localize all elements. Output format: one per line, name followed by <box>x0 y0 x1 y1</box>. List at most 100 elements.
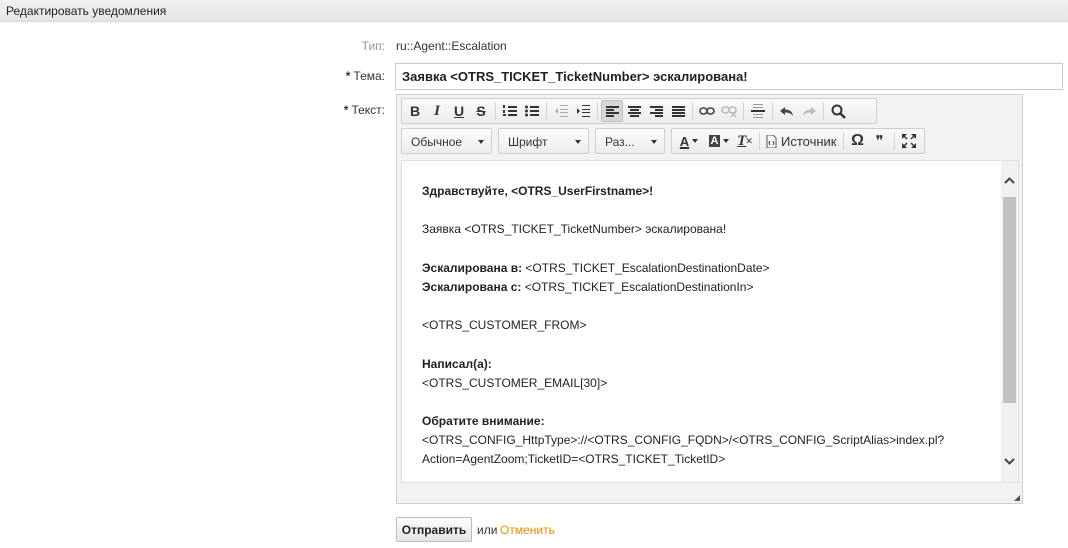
strikethrough-button[interactable]: S <box>470 100 492 122</box>
scrollbar-thumb[interactable] <box>1003 197 1016 403</box>
quote-icon: ❞ <box>875 133 884 150</box>
toolbar-separator <box>842 132 844 150</box>
body-link-line-1: <OTRS_CONFIG_HttpType>://<OTRS_CONFIG_FQ… <box>422 433 945 447</box>
cancel-link[interactable]: Отменить <box>500 523 555 537</box>
chevron-down-icon <box>575 140 581 144</box>
link-button[interactable] <box>696 100 718 122</box>
rich-text-editor: B I U S Обычное Шрифт Раз... A A T ✕ Ист… <box>396 94 1023 504</box>
resize-grip-icon[interactable] <box>1014 495 1020 501</box>
body-attention-label: Обратите внимание: <box>422 414 545 428</box>
text-label: * Текст: <box>344 103 385 117</box>
toolbar-separator <box>759 132 760 150</box>
text-color-button[interactable]: A <box>674 130 704 152</box>
maximize-icon <box>901 134 916 148</box>
align-left-button[interactable] <box>601 100 623 122</box>
section-title: Редактировать уведомления <box>6 4 167 18</box>
horizontal-rule-icon <box>751 104 765 118</box>
horizontal-rule-button[interactable] <box>747 100 769 122</box>
toolbar-separator <box>692 102 693 120</box>
bulleted-list-button[interactable] <box>521 100 543 122</box>
body-escalated-in: Эскалирована в: <OTRS_TICKET_EscalationD… <box>422 261 770 275</box>
align-justify-icon <box>671 105 685 117</box>
align-right-icon <box>649 105 663 117</box>
chevron-down-icon <box>651 140 657 144</box>
subject-label-text: Тема: <box>353 69 385 83</box>
format-dropdown-value: Обычное <box>411 135 463 149</box>
toolbar-separator <box>597 102 598 120</box>
body-line-escalated: Заявка <OTRS_TICKET_TicketNumber> эскали… <box>422 222 727 236</box>
chevron-up-icon <box>1004 176 1015 184</box>
align-center-button[interactable] <box>623 100 645 122</box>
toolbar-separator <box>495 102 496 120</box>
text-color-icon: A <box>679 133 690 149</box>
redo-button[interactable] <box>798 100 820 122</box>
undo-button[interactable] <box>776 100 798 122</box>
align-right-button[interactable] <box>645 100 667 122</box>
type-value: ru::Agent::Escalation <box>396 39 507 53</box>
outdent-button[interactable] <box>550 100 572 122</box>
toolbar-separator <box>743 102 744 120</box>
indent-button[interactable] <box>572 100 594 122</box>
chevron-down-icon <box>478 140 484 144</box>
escalated-since-label: Эскалирована с: <box>422 280 522 294</box>
special-char-button[interactable]: Ω <box>847 130 869 152</box>
indent-icon <box>577 105 590 117</box>
vertical-scrollbar[interactable] <box>1001 161 1018 482</box>
body-link-line-2: Action=AgentZoom;TicketID=<OTRS_TICKET_T… <box>422 452 726 466</box>
body-customer-from: <OTRS_CUSTOMER_FROM> <box>422 318 587 332</box>
format-dropdown[interactable]: Обычное <box>401 128 492 154</box>
align-justify-button[interactable] <box>667 100 689 122</box>
body-wrote-label: Написал(а): <box>422 357 492 371</box>
greeting-text: Здравствуйте, <OTRS_UserFirstname>! <box>422 184 654 198</box>
outdent-icon <box>555 105 568 117</box>
remove-format-button[interactable]: T ✕ <box>734 130 756 152</box>
scroll-up-button[interactable] <box>1001 169 1018 191</box>
unlink-button[interactable] <box>718 100 740 122</box>
omega-icon: Ω <box>851 132 864 149</box>
search-icon <box>831 104 846 119</box>
wrote-label: Написал(а): <box>422 357 492 371</box>
escalated-since-value: <OTRS_TICKET_EscalationDestinationIn> <box>521 280 754 294</box>
toolbar-separator <box>823 102 824 120</box>
bold-button[interactable]: B <box>404 100 426 122</box>
background-color-button[interactable]: A <box>704 130 734 152</box>
italic-button[interactable]: I <box>426 100 448 122</box>
submit-button[interactable]: Отправить <box>396 517 472 542</box>
link-icon <box>699 107 715 115</box>
chevron-down-icon <box>692 139 699 143</box>
required-star: * <box>343 103 349 117</box>
numbered-list-icon <box>503 105 517 116</box>
body-escalated-since: Эскалирована с: <OTRS_TICKET_EscalationD… <box>422 280 753 294</box>
escalated-in-value: <OTRS_TICKET_EscalationDestinationDate> <box>522 261 770 275</box>
editor-content[interactable]: Здравствуйте, <OTRS_UserFirstname>! Заяв… <box>401 160 1019 483</box>
underline-icon: U <box>453 103 465 119</box>
align-center-icon <box>627 105 641 117</box>
toolbar-separator <box>772 102 773 120</box>
font-dropdown-value: Шрифт <box>508 135 548 149</box>
blockquote-button[interactable]: ❞ <box>869 130 891 152</box>
toolbar-row-2: A A T ✕ Источник Ω ❞ <box>671 128 925 154</box>
find-button[interactable] <box>827 100 849 122</box>
bulleted-list-icon <box>525 105 539 117</box>
source-button-label: Источник <box>781 133 837 149</box>
italic-icon: I <box>434 102 440 119</box>
source-icon <box>766 134 777 148</box>
subject-input[interactable] <box>395 63 1063 90</box>
underline-button[interactable]: U <box>448 100 470 122</box>
size-dropdown-value: Раз... <box>605 135 635 149</box>
scroll-down-button[interactable] <box>1001 450 1018 472</box>
size-dropdown[interactable]: Раз... <box>595 128 665 154</box>
redo-icon <box>803 106 816 116</box>
chevron-down-icon <box>723 139 730 143</box>
text-label-text: Текст: <box>351 103 385 117</box>
font-dropdown[interactable]: Шрифт <box>498 128 589 154</box>
chevron-down-icon <box>1004 457 1015 465</box>
align-left-icon <box>605 105 619 117</box>
background-color-icon: A <box>708 135 721 147</box>
toolbar-separator <box>546 102 547 120</box>
escalated-in-label: Эскалирована в: <box>422 261 523 275</box>
source-button[interactable]: Источник <box>763 130 840 152</box>
numbered-list-button[interactable] <box>499 100 521 122</box>
maximize-button[interactable] <box>898 130 920 152</box>
toolbar-separator <box>893 132 895 150</box>
